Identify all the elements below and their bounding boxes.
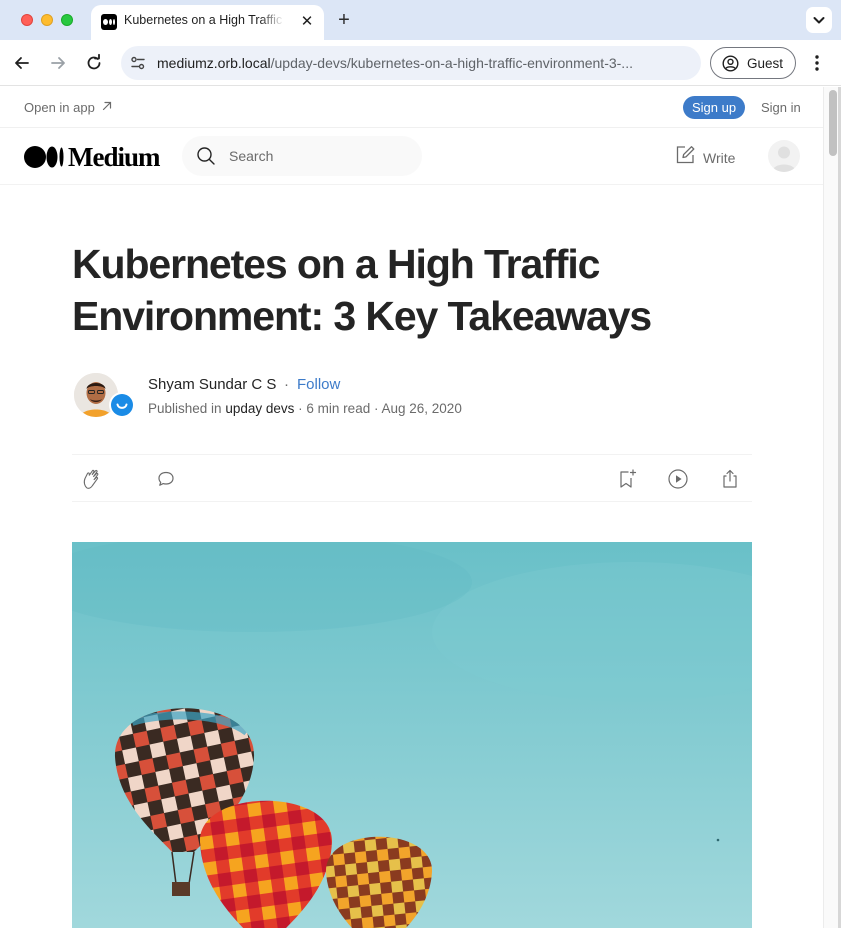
url-text[interactable]: mediumz.orb.local/upday-devs/kubernetes-…	[157, 55, 687, 71]
listen-play-icon[interactable]	[666, 467, 690, 491]
author-name[interactable]: Shyam Sundar C S	[148, 376, 276, 393]
app-banner: Open in app Sign up Sign in	[0, 87, 823, 128]
external-arrow-icon[interactable]	[101, 100, 113, 112]
publication-logo	[111, 394, 133, 416]
back-arrow-icon[interactable]	[12, 53, 32, 73]
separator-dot: ·	[284, 376, 289, 393]
medium-favicon-icon	[101, 14, 117, 30]
open-in-app-link[interactable]: Open in app	[24, 100, 95, 115]
medium-logo-icon	[24, 146, 64, 168]
clap-icon[interactable]	[80, 467, 104, 491]
separator-dot: ·	[373, 401, 379, 416]
publication-badge[interactable]	[109, 392, 135, 418]
browser-toolbar: mediumz.orb.local/upday-devs/kubernetes-…	[0, 40, 841, 86]
default-avatar-icon	[772, 146, 796, 172]
smile-icon	[116, 403, 128, 409]
search-input[interactable]	[229, 136, 409, 176]
scrollbar-thumb[interactable]	[829, 90, 837, 156]
medium-header: Medium Write	[0, 128, 823, 185]
follow-button[interactable]: Follow	[297, 376, 340, 393]
comment-icon[interactable]	[154, 467, 178, 491]
close-window-button[interactable]	[21, 14, 33, 26]
hero-image	[72, 542, 752, 928]
browser-tab-active[interactable]: Kubernetes on a High Traffic Environment…	[91, 5, 324, 40]
tab-search-button[interactable]	[806, 7, 832, 33]
publish-date: Aug 26, 2020	[381, 401, 462, 416]
browser-tab-bar: Kubernetes on a High Traffic Environment…	[0, 0, 841, 40]
article-action-bar	[72, 454, 752, 502]
read-time: 6 min read	[306, 401, 371, 416]
sign-in-link[interactable]: Sign in	[761, 100, 801, 115]
maximize-window-button[interactable]	[61, 14, 73, 26]
chevron-down-icon	[813, 17, 825, 24]
forward-arrow-icon[interactable]	[48, 53, 68, 73]
tab-title: Kubernetes on a High Traffic Environment…	[124, 13, 284, 27]
medium-wordmark: Medium	[68, 142, 160, 172]
sign-up-button[interactable]: Sign up	[683, 96, 745, 119]
address-bar[interactable]: mediumz.orb.local/upday-devs/kubernetes-…	[121, 46, 701, 80]
minimize-window-button[interactable]	[41, 14, 53, 26]
new-tab-button[interactable]: +	[334, 9, 354, 31]
hot-air-balloons-image	[72, 542, 752, 928]
write-label: Write	[703, 150, 736, 166]
bookmark-add-icon[interactable]	[615, 467, 639, 491]
reload-icon[interactable]	[84, 53, 104, 73]
profile-button[interactable]: Guest	[710, 47, 796, 79]
browser-menu-icon[interactable]	[809, 53, 825, 73]
search-icon	[197, 147, 215, 165]
article-meta: Published in upday devs · 6 min read · A…	[148, 401, 462, 416]
publication-link[interactable]: upday devs	[225, 401, 294, 416]
search-box[interactable]	[182, 136, 422, 176]
url-host: mediumz.orb.local	[157, 55, 271, 71]
user-avatar[interactable]	[768, 140, 800, 172]
separator-dot: ·	[298, 401, 303, 416]
published-in-label: Published in	[148, 401, 222, 416]
url-path: /upday-devs/kubernetes-on-a-high-traffic…	[270, 55, 633, 71]
site-settings-icon[interactable]	[130, 55, 146, 71]
article-title: Kubernetes on a High Traffic Environment…	[72, 241, 652, 339]
profile-icon	[722, 55, 739, 72]
tab-close-icon[interactable]: ✕	[298, 13, 316, 31]
profile-label: Guest	[747, 56, 784, 71]
write-pencil-icon	[676, 146, 695, 164]
share-icon[interactable]	[718, 467, 742, 491]
